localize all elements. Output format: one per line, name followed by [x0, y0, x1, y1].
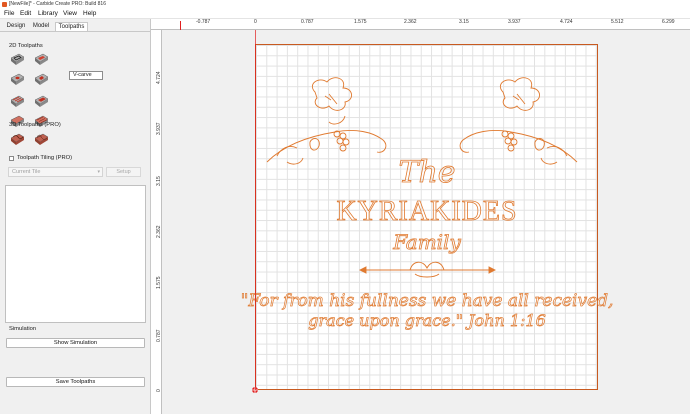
right-grape-vine-ornament[interactable] [459, 77, 578, 165]
drill-toolpath-icon[interactable] [10, 73, 25, 86]
y-axis-line [255, 30, 256, 390]
tab-model[interactable]: Model [31, 22, 51, 31]
pocket-toolpath-icon[interactable] [34, 53, 49, 66]
ruler-top-label: 3.15 [459, 19, 469, 25]
menu-library[interactable]: Library [38, 10, 58, 17]
tab-toolpaths[interactable]: Toolpaths [55, 22, 88, 31]
ruler-top-label: 1.575 [354, 19, 367, 25]
toolpath-tiling-checkbox[interactable] [9, 156, 14, 161]
design-text-family[interactable]: Family [392, 230, 462, 255]
simulation-heading: Simulation [9, 326, 37, 332]
divider-ornament[interactable] [358, 261, 497, 278]
toolpaths-3d-heading: 3D Toolpaths (PRO) [9, 122, 61, 128]
menu-file[interactable]: File [4, 10, 14, 17]
ruler-top: -0.787 0 0.787 1.575 2.362 3.15 3.937 4.… [151, 19, 690, 30]
ruler-top-label: -0.787 [196, 19, 211, 25]
design-artwork[interactable]: The KYRIAKIDES Family "For from his full… [240, 44, 614, 393]
menu-help[interactable]: Help [83, 10, 96, 17]
ruler-top-label: 0.787 [301, 19, 314, 25]
vcarve-toolpath-icon[interactable] [34, 73, 49, 86]
ruler-left: 4.724 3.937 3.15 2.362 1.575 0.787 0 [151, 30, 162, 414]
setup-button[interactable]: Setup [106, 167, 141, 177]
ruler-top-label: 6.299 [662, 19, 675, 25]
ruler-top-label: 3.937 [508, 19, 521, 25]
title-bar: [NewFile]* - Carbide Create PRO: Build 8… [0, 0, 690, 9]
menu-bar: File Edit Library View Help [0, 9, 690, 19]
left-panel: Design Model Toolpaths 2D Toolpaths V-ca… [0, 19, 151, 414]
3d-rough-toolpath-icon[interactable] [10, 133, 25, 146]
ruler-top-label: 0 [254, 19, 257, 25]
design-text-the[interactable]: The [398, 155, 456, 191]
toolpaths-2d-heading: 2D Toolpaths [9, 43, 43, 49]
ruler-cursor-marker [180, 21, 181, 30]
ruler-top-label: 5.512 [611, 19, 624, 25]
left-grape-vine-ornament[interactable] [266, 77, 387, 165]
save-toolpaths-button[interactable]: Save Toolpaths [6, 377, 145, 387]
contour-toolpath-icon[interactable] [10, 53, 25, 66]
menu-edit[interactable]: Edit [20, 10, 31, 17]
window-title: [NewFile]* - Carbide Create PRO: Build 8… [9, 1, 106, 7]
toolpath-tiling-label: Toolpath Tiling (PRO) [17, 155, 73, 161]
menu-view[interactable]: View [63, 10, 77, 17]
design-text-family-name[interactable]: KYRIAKIDES [336, 196, 517, 228]
advanced-vcarve-toolpath-icon[interactable] [34, 95, 49, 108]
ruler-top-label: 4.724 [560, 19, 573, 25]
design-text-quote-line2[interactable]: grace upon grace." John 1:16 [308, 311, 546, 331]
tooltip-vcarve: V-carve [69, 71, 103, 80]
tile-select-value: Current Tile [12, 169, 41, 175]
show-simulation-button[interactable]: Show Simulation [6, 338, 145, 348]
ruler-top-label: 2.362 [404, 19, 417, 25]
design-text-quote-line1[interactable]: "For from his fullness we have all recei… [240, 291, 614, 312]
tab-design[interactable]: Design [5, 22, 27, 31]
3d-finish-toolpath-icon[interactable] [34, 133, 49, 146]
toolpath-list[interactable] [5, 185, 146, 323]
tile-select[interactable]: Current Tile ▾ [8, 167, 103, 177]
tab-divider [0, 31, 150, 32]
app-icon [2, 2, 7, 7]
texture-toolpath-icon[interactable] [10, 95, 25, 108]
chevron-down-icon: ▾ [97, 169, 100, 175]
